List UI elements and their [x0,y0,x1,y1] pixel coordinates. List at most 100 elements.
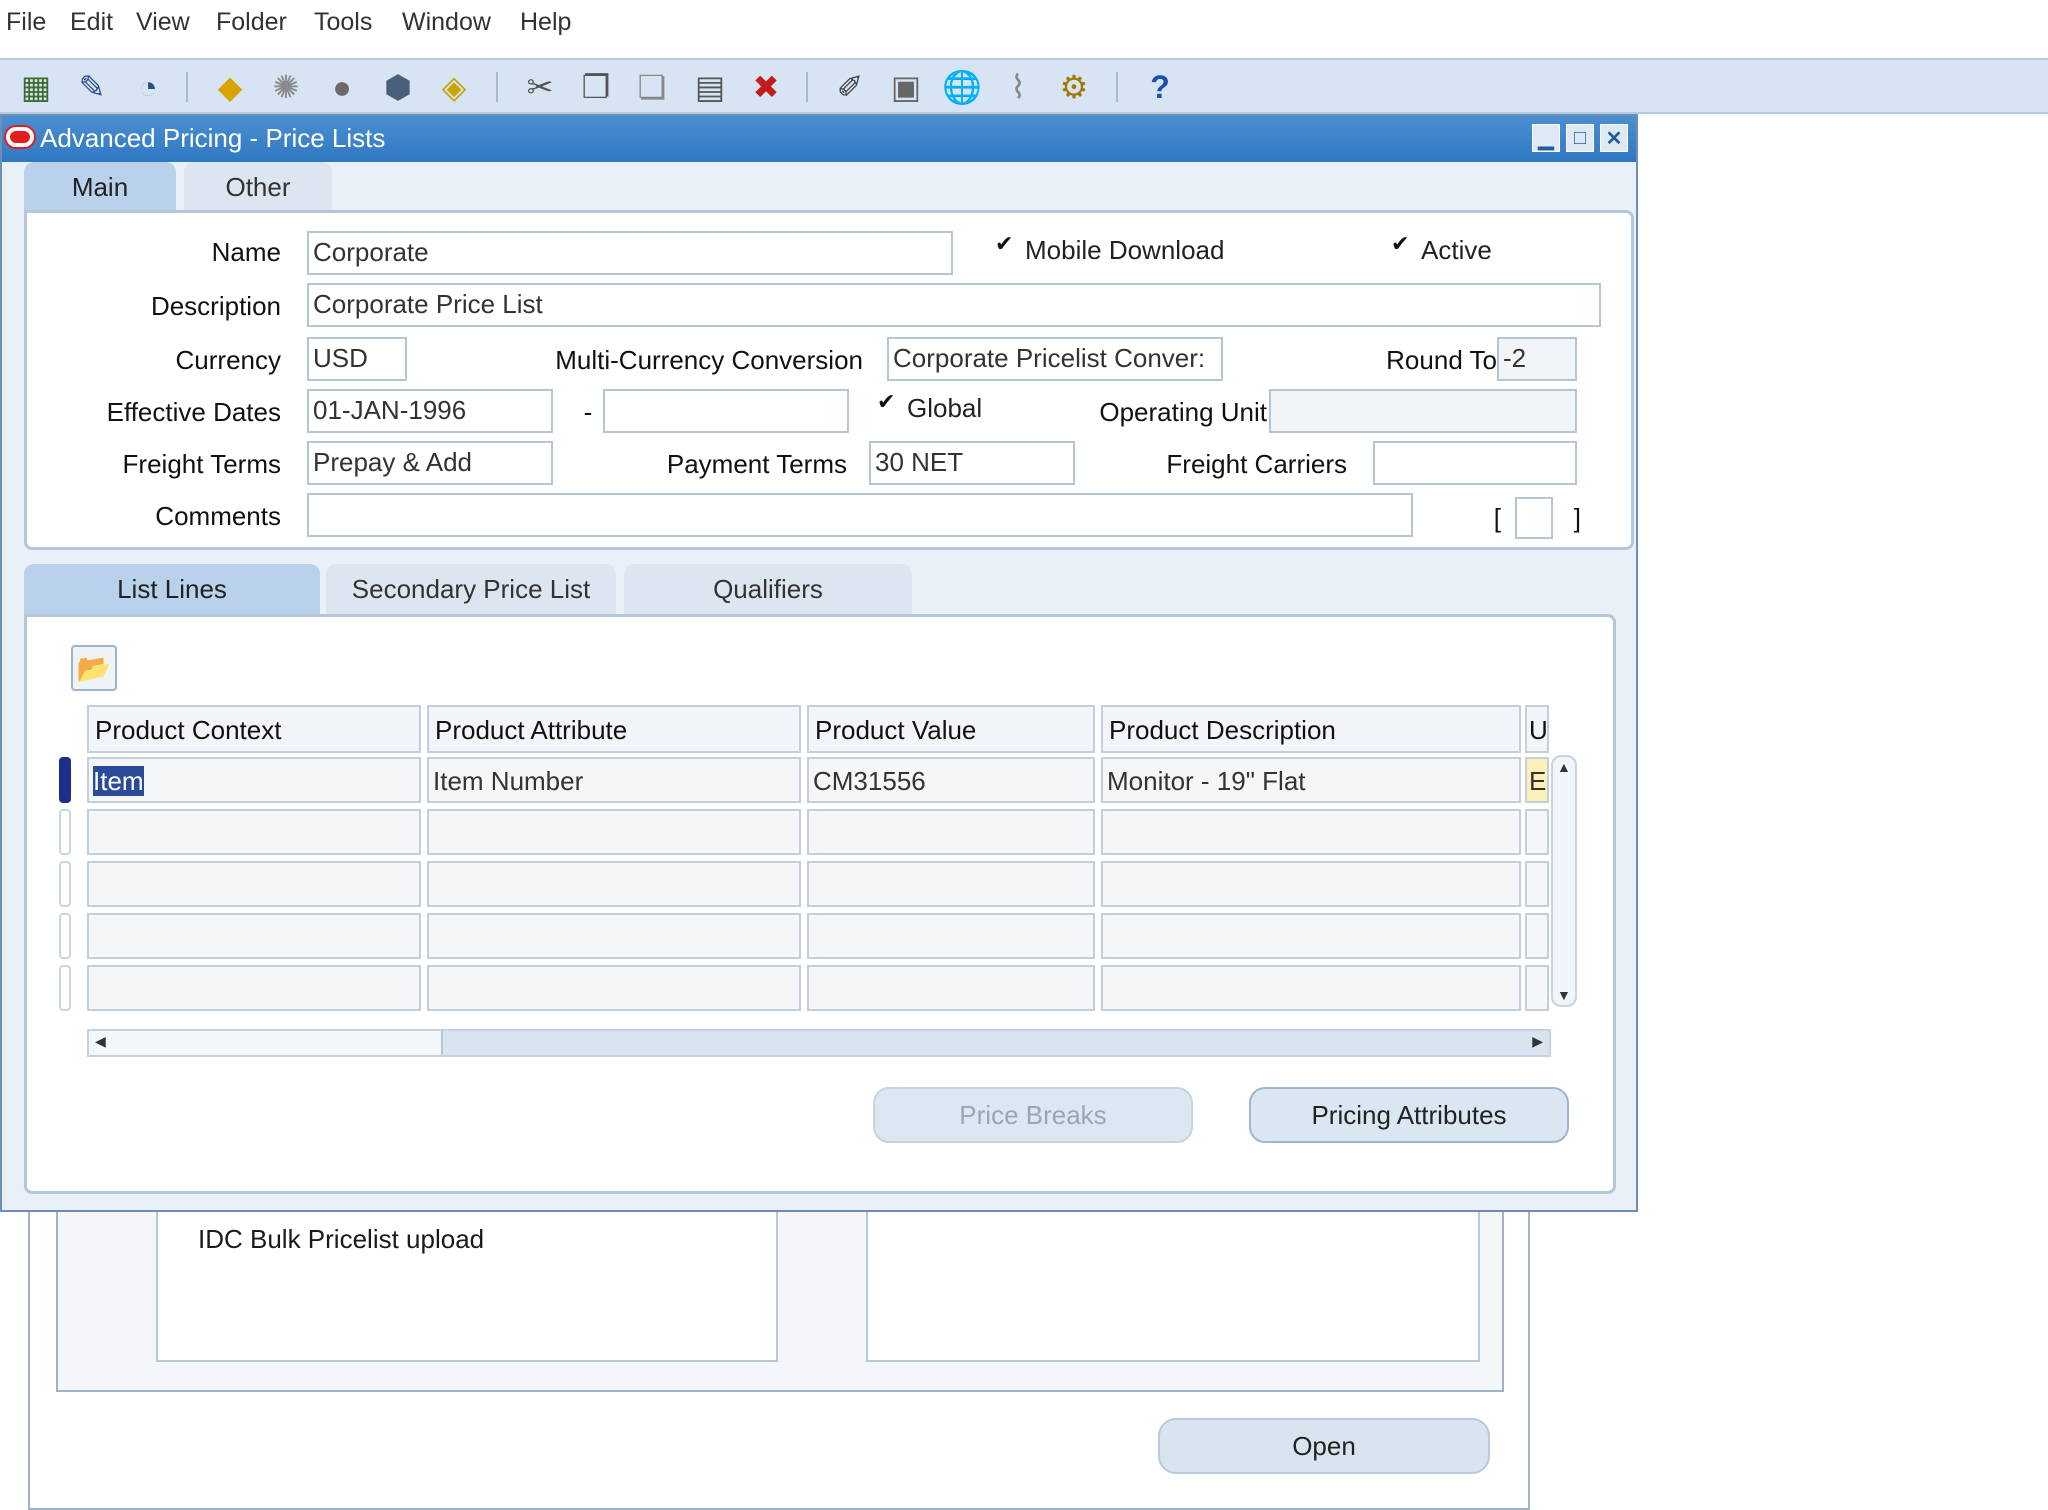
pricing-attributes-button[interactable]: Pricing Attributes [1249,1087,1569,1143]
table-cell-product-context[interactable] [87,809,421,855]
table-cell-product-context[interactable] [87,965,421,1011]
maximize-icon[interactable]: □ [1566,124,1594,152]
mobile-download-checkbox[interactable]: ✔ [995,233,1015,255]
operating-unit-field[interactable] [1269,389,1577,433]
row-indicator[interactable] [59,861,71,907]
close-icon[interactable]: ✕ [1600,124,1628,152]
paste-icon[interactable]: ❏ [630,66,674,108]
round-to-field[interactable]: -2 [1497,337,1577,381]
menu-window[interactable]: Window [402,8,491,37]
menu-file[interactable]: File [6,8,46,37]
new-icon[interactable]: ▦ [14,66,58,108]
attachments-icon[interactable]: ⌇ [996,66,1040,108]
freight-carriers-field[interactable] [1373,441,1577,485]
menu-edit[interactable]: Edit [70,8,113,37]
column-header-product-context[interactable]: Product Context [87,705,421,753]
global-label: Global [907,393,983,423]
description-field[interactable]: Corporate Price List [307,283,1601,327]
payment-terms-field[interactable]: 30 NET [869,441,1075,485]
active-checkbox[interactable]: ✔ [1391,233,1411,255]
effective-from-field[interactable]: 01-JAN-1996 [307,389,553,433]
menu-tools[interactable]: Tools [314,8,372,37]
column-header-product-value[interactable]: Product Value [807,705,1095,753]
menu-view[interactable]: View [136,8,190,37]
table-cell-product-value[interactable] [807,913,1095,959]
copy-icon[interactable]: ❐ [574,66,618,108]
scroll-up-icon[interactable]: ▲ [1557,759,1571,775]
comments-field[interactable] [307,493,1413,537]
save-icon[interactable]: ◆ [208,66,252,108]
table-cell-product-context[interactable] [87,861,421,907]
window-title-bar[interactable]: Advanced Pricing - Price Lists ▁ □ ✕ [2,116,1636,162]
table-cell-product-value[interactable] [807,861,1095,907]
name-field[interactable]: Corporate [307,231,953,275]
scroll-left-icon[interactable]: ◀ [95,1033,106,1050]
tab-qualifiers[interactable]: Qualifiers [624,564,912,614]
clear-record-icon[interactable]: ▤ [688,66,732,108]
row-indicator[interactable] [59,913,71,959]
list-item[interactable]: IDC Bulk Pricelist upload [198,1224,484,1255]
table-cell-uom[interactable] [1525,965,1549,1011]
table-cell-product-description[interactable] [1101,965,1521,1011]
cut-icon[interactable]: ✂ [518,66,562,108]
table-cell-uom[interactable] [1525,861,1549,907]
zoom-icon[interactable]: ▣ [884,66,928,108]
navigator-icon[interactable]: ◔ [126,66,170,108]
minimize-icon[interactable]: ▁ [1532,124,1560,152]
tab-list-lines[interactable]: List Lines [24,564,320,614]
row-indicator[interactable] [59,965,71,1011]
scroll-thumb[interactable] [89,1031,443,1055]
table-cell-product-attribute[interactable]: Item Number [427,757,801,803]
table-cell-product-description[interactable] [1101,861,1521,907]
close-form-icon[interactable]: ⬢ [376,66,420,108]
switch-responsibility-icon[interactable]: ✺ [264,66,308,108]
table-cell-product-description[interactable]: Monitor - 19" Flat [1101,757,1521,803]
currency-field[interactable]: USD [307,337,407,381]
effective-to-field[interactable] [603,389,849,433]
table-cell-product-value[interactable] [807,809,1095,855]
scroll-right-icon[interactable]: ▶ [1532,1033,1543,1050]
row-indicator[interactable] [59,757,71,803]
horizontal-scrollbar[interactable]: ◀ ▶ [87,1029,1551,1057]
edit-field-icon[interactable]: ✐ [828,66,872,108]
table-cell-product-value[interactable] [807,965,1095,1011]
table-cell-product-attribute[interactable] [427,861,801,907]
tab-other[interactable]: Other [184,162,332,212]
help-icon[interactable]: ? [1138,66,1182,108]
table-cell-uom[interactable]: E [1525,757,1549,803]
menu-folder[interactable]: Folder [216,8,287,37]
translations-icon[interactable]: 🌐 [940,66,984,108]
global-checkbox[interactable]: ✔ [877,391,897,413]
table-cell-uom[interactable] [1525,809,1549,855]
multicurrency-field[interactable]: Corporate Pricelist Conver: [887,337,1223,381]
table-cell-uom[interactable] [1525,913,1549,959]
column-header-product-description[interactable]: Product Description [1101,705,1521,753]
find-icon[interactable]: ✎ [70,66,114,108]
column-header-product-attribute[interactable]: Product Attribute [427,705,801,753]
folder-tools-icon[interactable]: ⚙ [1052,66,1096,108]
table-cell-product-value[interactable]: CM31556 [807,757,1095,803]
vertical-scrollbar[interactable]: ▲ ▼ [1551,755,1577,1007]
price-breaks-button[interactable]: Price Breaks [873,1087,1193,1143]
menu-help[interactable]: Help [520,8,571,37]
table-cell-product-attribute[interactable] [427,809,801,855]
scroll-down-icon[interactable]: ▼ [1557,987,1571,1003]
tab-secondary-price-list[interactable]: Secondary Price List [326,564,616,614]
table-cell-product-attribute[interactable] [427,913,801,959]
table-cell-product-description[interactable] [1101,913,1521,959]
column-header-uom[interactable]: U [1525,705,1549,753]
folder-icon[interactable]: 📂 [71,645,117,691]
row-indicator[interactable] [59,809,71,855]
place-on-navigator-icon[interactable]: ◈ [432,66,476,108]
table-cell-product-description[interactable] [1101,809,1521,855]
table-cell-product-attribute[interactable] [427,965,801,1011]
table-cell-product-context[interactable] [87,913,421,959]
freight-terms-field[interactable]: Prepay & Add [307,441,553,485]
open-button[interactable]: Open [1158,1418,1490,1474]
main-panel: Name Corporate ✔ Mobile Download ✔ Activ… [24,210,1634,550]
descriptive-flexfield[interactable] [1515,497,1553,539]
table-cell-product-context[interactable]: Item [87,757,421,803]
tab-main[interactable]: Main [24,162,176,212]
print-icon[interactable]: ● [320,66,364,108]
delete-record-icon[interactable]: ✖ [744,66,788,108]
